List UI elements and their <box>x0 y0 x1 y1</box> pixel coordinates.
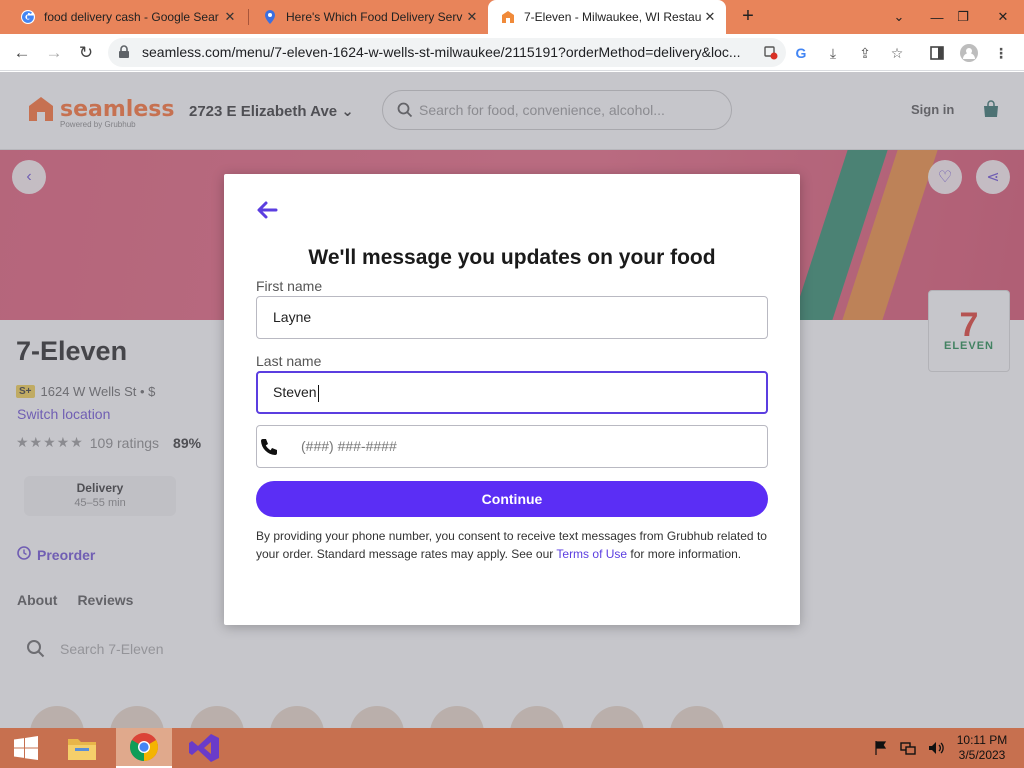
phone-icon <box>259 437 279 457</box>
blocked-content-icon[interactable] <box>760 42 782 64</box>
location-pin-icon <box>262 9 278 25</box>
modal-title: We'll message you updates on your food <box>308 246 716 269</box>
tab-label: 7-Eleven - Milwaukee, WI Restau <box>524 10 702 24</box>
contact-info-modal: We'll message you updates on your food F… <box>224 174 800 625</box>
first-name-value: Layne <box>273 309 312 325</box>
disclaimer-text-end: for more information. <box>627 546 742 561</box>
more-menu-icon[interactable]: ⋮ <box>990 42 1012 64</box>
clock-time: 10:11 PM <box>956 733 1008 747</box>
close-tab-icon[interactable]: ✕ <box>464 9 480 25</box>
tab-label: Here's Which Food Delivery Serv <box>286 10 463 24</box>
last-name-value: Steven <box>273 384 317 400</box>
network-icon[interactable] <box>900 740 916 761</box>
modal-back-arrow-icon[interactable] <box>256 200 280 220</box>
url-text: seamless.com/menu/7-eleven-1624-w-wells-… <box>142 44 741 60</box>
lock-icon <box>118 45 130 64</box>
tab-7-eleven-active[interactable]: 7-Eleven - Milwaukee, WI Restau ✕ <box>488 0 726 34</box>
back-icon[interactable]: ← <box>10 41 34 65</box>
clock-date: 3/5/2023 <box>958 748 1006 762</box>
tab-food-delivery-article[interactable]: Here's Which Food Delivery Serv ✕ <box>250 0 488 34</box>
phone-placeholder: (###) ###-#### <box>301 438 397 454</box>
visual-studio-taskbar-icon[interactable] <box>178 728 230 768</box>
reload-icon[interactable]: ↻ <box>74 41 98 65</box>
share-icon[interactable]: ⇪ <box>854 42 876 64</box>
text-caret <box>317 384 319 402</box>
bookmark-star-icon[interactable]: ☆ <box>886 42 908 64</box>
taskbar-clock[interactable]: 10:11 PM 3/5/2023 <box>952 733 1012 763</box>
forward-icon[interactable]: → <box>42 41 66 65</box>
last-name-label: Last name <box>256 353 322 369</box>
windows-taskbar: 10:11 PM 3/5/2023 <box>0 728 1024 768</box>
sms-consent-disclaimer: By providing your phone number, you cons… <box>256 528 772 563</box>
restore-button[interactable]: ❐ <box>946 0 980 34</box>
tab-search-chevron-icon[interactable]: ⌄ <box>882 0 916 34</box>
tab-label: food delivery cash - Google Sear <box>44 10 219 24</box>
action-center-flag-icon[interactable] <box>874 740 888 761</box>
phone-number-field[interactable]: (###) ###-#### <box>256 425 768 468</box>
tab-separator <box>248 9 249 25</box>
windows-logo-icon <box>14 736 38 760</box>
volume-icon[interactable] <box>928 740 944 761</box>
file-explorer-taskbar-icon[interactable] <box>56 728 108 768</box>
google-icon <box>20 9 36 25</box>
url-bar[interactable]: seamless.com/menu/7-eleven-1624-w-wells-… <box>108 38 786 67</box>
install-app-icon[interactable]: ⤓ <box>822 42 844 64</box>
start-button[interactable] <box>0 728 52 768</box>
address-bar-row: ← → ↻ seamless.com/menu/7-eleven-1624-w-… <box>0 34 1024 71</box>
first-name-field[interactable]: Layne <box>256 296 768 339</box>
close-window-button[interactable]: ✕ <box>986 0 1020 34</box>
tab-google-search[interactable]: food delivery cash - Google Sear ✕ <box>8 0 246 34</box>
first-name-label: First name <box>256 278 323 294</box>
profile-avatar-icon[interactable] <box>958 42 980 64</box>
google-lens-icon[interactable]: G <box>790 42 812 64</box>
last-name-field[interactable]: Steven <box>256 371 768 414</box>
new-tab-button[interactable]: + <box>737 5 759 27</box>
side-panel-icon[interactable] <box>926 42 948 64</box>
seamless-icon <box>500 9 516 25</box>
close-tab-icon[interactable]: ✕ <box>702 9 718 25</box>
close-tab-icon[interactable]: ✕ <box>222 9 238 25</box>
continue-button[interactable]: Continue <box>256 481 768 517</box>
chrome-taskbar-icon[interactable] <box>116 728 172 768</box>
system-tray <box>874 740 944 761</box>
tab-strip: food delivery cash - Google Sear ✕ Here'… <box>0 0 1024 34</box>
terms-of-use-link[interactable]: Terms of Use <box>556 547 627 561</box>
